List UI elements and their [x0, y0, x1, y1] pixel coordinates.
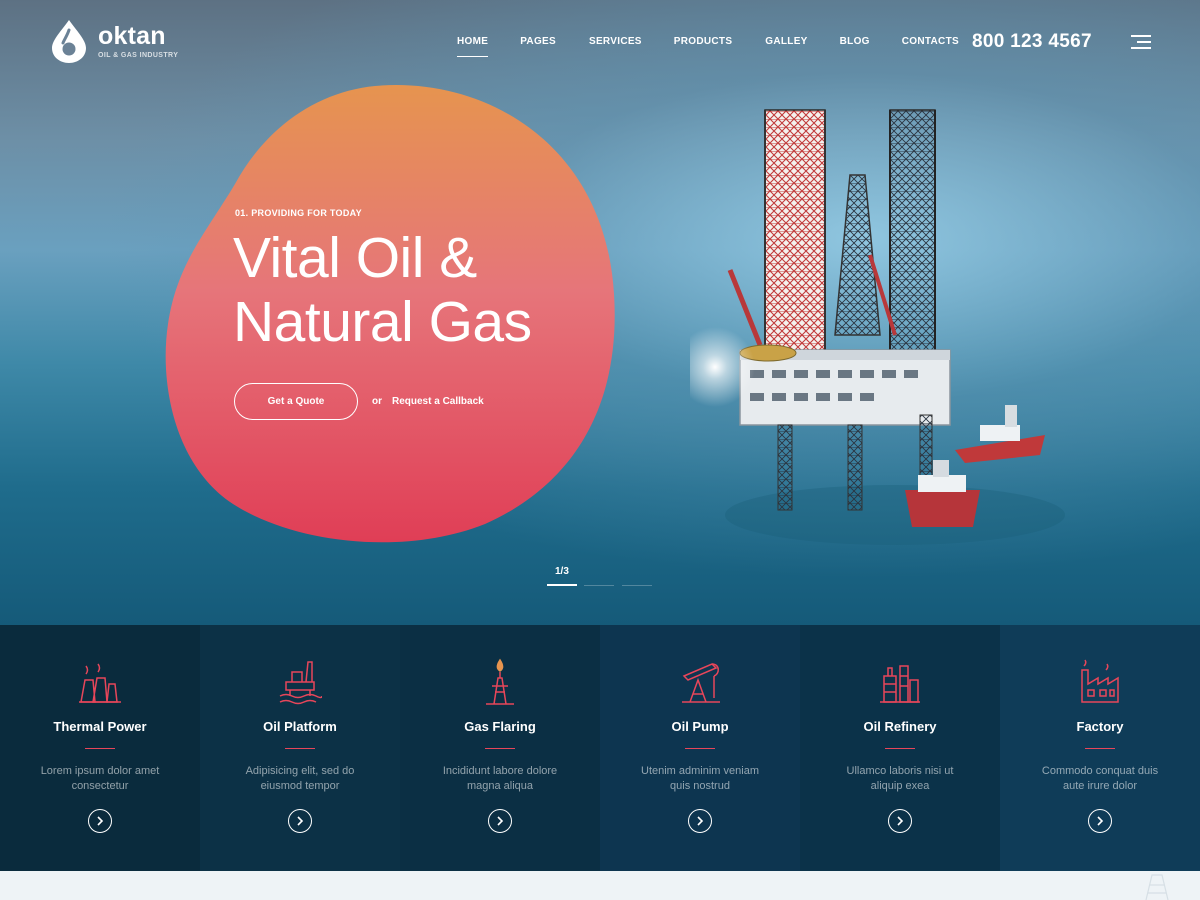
chevron-right-icon[interactable]: [1088, 809, 1112, 833]
gas-flaring-icon: [486, 658, 514, 705]
chevron-right-icon[interactable]: [88, 809, 112, 833]
hero-headline: Vital Oil & Natural Gas: [233, 226, 532, 354]
service-title: Gas Flaring: [464, 719, 536, 734]
service-desc: Ullamco laboris nisi ut aliquip exea: [846, 765, 954, 792]
droplet-logo-icon: [52, 20, 86, 63]
oil-rig-image: [690, 109, 1065, 545]
service-divider: [685, 748, 715, 749]
nav-item-contacts[interactable]: CONTACTS: [902, 36, 959, 47]
nav-item-services[interactable]: SERVICES: [589, 36, 642, 47]
logo[interactable]: oktan OIL & GAS INDUSTRY: [50, 18, 178, 64]
brand-tagline: OIL & GAS INDUSTRY: [98, 51, 179, 59]
service-title: Factory: [1076, 719, 1124, 734]
service-title: Thermal Power: [53, 719, 147, 734]
headline-line-1: Vital Oil &: [233, 226, 477, 290]
rig-watermark-icon: [1145, 874, 1169, 900]
service-desc: Adipisicing elit, sed do eiusmod tempor: [245, 765, 355, 792]
oil-platform-icon: [279, 661, 322, 705]
chevron-right-icon[interactable]: [488, 809, 512, 833]
service-card-oil-platform: Oil Platform Adipisicing elit, sed do ei…: [200, 625, 400, 871]
service-card-factory: Factory Commodo conquat duis aute irure …: [1000, 625, 1200, 871]
request-callback-link[interactable]: Request a Callback: [392, 396, 484, 407]
service-desc: Lorem ipsum dolor amet consectetur: [40, 765, 160, 792]
nav-item-products[interactable]: PRODUCTS: [674, 36, 733, 47]
service-desc: Utenim adminim veniam quis nostrud: [641, 765, 759, 792]
service-divider: [1085, 748, 1115, 749]
hero-section: oktan OIL & GAS INDUSTRY HOME PAGES SERV…: [0, 0, 1200, 625]
factory-icon: [1081, 659, 1119, 703]
hamburger-icon[interactable]: [1131, 35, 1151, 49]
nav-item-pages[interactable]: PAGES: [520, 36, 556, 47]
slide-dot-3[interactable]: [622, 585, 652, 586]
service-title: Oil Refinery: [863, 719, 937, 734]
oil-pump-icon: [682, 663, 720, 703]
slide-counter: 1/3: [555, 566, 569, 577]
service-card-oil-refinery: Oil Refinery Ullamco laboris nisi ut ali…: [800, 625, 1000, 871]
slide-dot-2[interactable]: [584, 585, 614, 586]
services-row: Thermal Power Lorem ipsum dolor amet con…: [0, 625, 1200, 871]
next-section-strip: [0, 871, 1200, 900]
service-card-oil-pump: Oil Pump Utenim adminim veniam quis nost…: [600, 625, 800, 871]
or-text: or: [372, 396, 382, 407]
phone-number[interactable]: 800 123 4567: [972, 31, 1092, 53]
main-nav: HOME PAGES SERVICES PRODUCTS GALLEY BLOG…: [457, 36, 959, 57]
service-divider: [485, 748, 515, 749]
service-divider: [85, 748, 115, 749]
nav-item-blog[interactable]: BLOG: [840, 36, 870, 47]
chevron-right-icon[interactable]: [288, 809, 312, 833]
service-card-thermal-power: Thermal Power Lorem ipsum dolor amet con…: [0, 625, 200, 871]
service-desc: Commodo conquat duis aute irure dolor: [1041, 765, 1159, 792]
thermal-power-icon: [79, 663, 121, 703]
headline-line-2: Natural Gas: [233, 290, 532, 354]
nav-item-gallery[interactable]: GALLEY: [765, 36, 807, 47]
hero-eyebrow: 01. PROVIDING FOR TODAY: [235, 208, 362, 218]
brand-name: oktan: [98, 21, 166, 50]
oil-refinery-icon: [880, 665, 920, 703]
nav-item-home[interactable]: HOME: [457, 36, 489, 57]
service-card-gas-flaring: Gas Flaring Incididunt labore dolore mag…: [400, 625, 600, 871]
slide-dot-1[interactable]: [547, 584, 577, 586]
chevron-right-icon[interactable]: [688, 809, 712, 833]
service-title: Oil Pump: [671, 719, 729, 734]
get-quote-button[interactable]: Get a Quote: [234, 383, 358, 420]
service-divider: [885, 748, 915, 749]
chevron-right-icon[interactable]: [888, 809, 912, 833]
service-desc: Incididunt labore dolore magna aliqua: [442, 765, 558, 792]
service-divider: [285, 748, 315, 749]
service-title: Oil Platform: [263, 719, 337, 734]
